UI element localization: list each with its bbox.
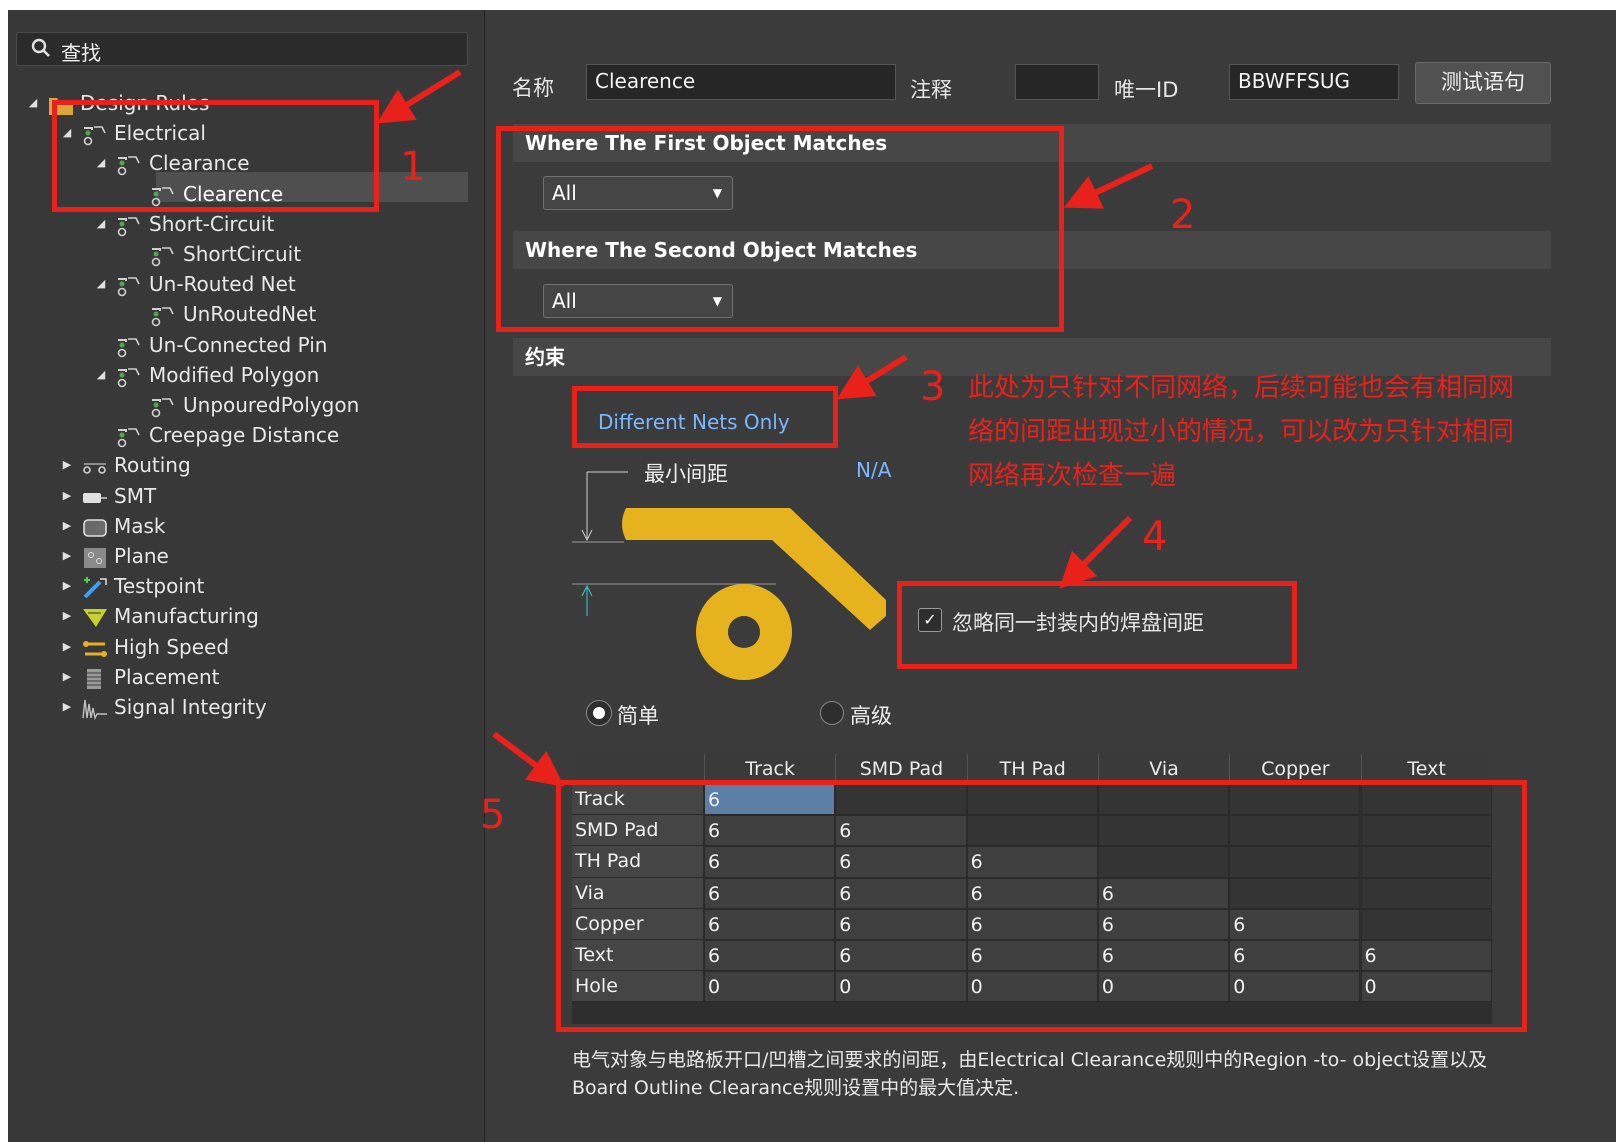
- radio-advanced[interactable]: [820, 701, 844, 725]
- annotation-box-3: [572, 386, 838, 448]
- test-query-button[interactable]: 测试语句: [1415, 62, 1551, 104]
- tree-item-signal-integrity[interactable]: ▶ Signal Integrity: [8, 692, 484, 722]
- tree-item-label: Modified Polygon: [149, 362, 320, 387]
- search-input[interactable]: 查找: [16, 32, 468, 66]
- name-label: 名称: [512, 76, 554, 100]
- tree-item-short-circuit[interactable]: ◢ Short-Circuit: [8, 209, 484, 239]
- annotation-box-1: [52, 100, 379, 212]
- tree-item-label: ShortCircuit: [183, 242, 302, 266]
- tree-item-unroutednet[interactable]: UnRoutedNet: [8, 299, 484, 329]
- tree-item-label: Un-Routed Net: [149, 272, 296, 297]
- board-outline-note: 电气对象与电路板开口/凹槽之间要求的间距，由Electrical Clearan…: [572, 1049, 1488, 1099]
- expand-toggle-icon[interactable]: ▶: [60, 692, 74, 722]
- rule-icon: [116, 215, 142, 237]
- plane-icon: [82, 547, 108, 569]
- rule-icon: [150, 305, 176, 327]
- tree-item-testpoint[interactable]: ▶ Testpoint: [8, 571, 484, 601]
- expand-toggle-icon[interactable]: ▶: [60, 450, 74, 480]
- search-icon: [31, 38, 51, 63]
- expand-toggle-icon[interactable]: ▶: [60, 662, 74, 692]
- rule-icon: [116, 426, 142, 448]
- tree-item-shortcircuit[interactable]: ShortCircuit: [8, 239, 484, 269]
- tree-item-label: Creepage Distance: [149, 423, 340, 448]
- search-placeholder: 查找: [61, 41, 101, 65]
- tree-item-label: Routing: [114, 453, 191, 478]
- tree-item-label: Un-Connected Pin: [149, 332, 328, 357]
- radio-simple[interactable]: [586, 700, 612, 726]
- pad-hole: [728, 616, 760, 648]
- rule-icon: [116, 275, 142, 297]
- annotation-number-5: 5: [480, 792, 506, 838]
- smt-icon: [82, 487, 108, 509]
- expand-toggle-icon[interactable]: ▶: [60, 601, 74, 631]
- tree-item-label: Mask: [114, 513, 166, 538]
- annotation-note: 此处为只针对不同网络，后续可能也会有相同网络的间距出现过小的情况，可以改为只针对…: [968, 373, 1515, 491]
- tree-item-plane[interactable]: ▶ Plane: [8, 541, 484, 571]
- tree-item-label: Short-Circuit: [149, 211, 275, 236]
- expand-toggle-icon[interactable]: ▶: [60, 632, 74, 662]
- annotation-box-2: [496, 126, 1064, 332]
- name-field[interactable]: Clearence: [586, 64, 896, 100]
- comment-field[interactable]: [1015, 64, 1099, 100]
- expand-toggle-icon[interactable]: ▶: [60, 481, 74, 511]
- tree-item-unpouredpolygon[interactable]: UnpouredPolygon: [8, 390, 484, 420]
- tree-item-high-speed[interactable]: ▶ High Speed: [8, 632, 484, 662]
- tree-item-manufacturing[interactable]: ▶ Manufacturing: [8, 601, 484, 631]
- radio-simple-label: 简单: [617, 704, 659, 728]
- tree-item-label: UnpouredPolygon: [183, 393, 360, 417]
- tree-item-label: Placement: [114, 664, 220, 689]
- placement-icon: [82, 668, 108, 690]
- annotation-box-5: [556, 780, 1527, 1032]
- mask-icon: [82, 517, 108, 539]
- tree-item-placement[interactable]: ▶ Placement: [8, 662, 484, 692]
- collapse-toggle-icon[interactable]: ◢: [94, 209, 108, 239]
- annotation-number-4: 4: [1142, 514, 1168, 560]
- tree-item-label: SMT: [114, 483, 157, 508]
- tree-item-mask[interactable]: ▶ Mask: [8, 511, 484, 541]
- tree-item-label: UnRoutedNet: [183, 302, 317, 327]
- unique-id-label: 唯一ID: [1114, 78, 1179, 102]
- tree-item-label: Signal Integrity: [114, 695, 267, 719]
- expand-toggle-icon[interactable]: ▶: [60, 511, 74, 541]
- tree-item-label: Plane: [114, 544, 169, 568]
- tree-item-un-connected-pin[interactable]: Un-Connected Pin: [8, 330, 484, 360]
- annotation-box-4: [897, 581, 1297, 669]
- rule-icon: [150, 245, 176, 267]
- annotation-number-3: 3: [920, 364, 946, 410]
- high-speed-icon: [82, 638, 108, 660]
- tree-item-creepage-distance[interactable]: Creepage Distance: [8, 420, 484, 450]
- expand-toggle-icon[interactable]: ▶: [60, 571, 74, 601]
- collapse-toggle-icon[interactable]: ◢: [94, 269, 108, 299]
- manufacturing-icon: [82, 607, 108, 629]
- radio-advanced-label: 高级: [850, 704, 892, 728]
- unique-id-field[interactable]: BBWFFSUG: [1229, 64, 1399, 100]
- tree-item-smt[interactable]: ▶ SMT: [8, 481, 484, 511]
- tree-item-un-routed-net[interactable]: ◢ Un-Routed Net: [8, 269, 484, 299]
- tree-item-modified-polygon[interactable]: ◢ Modified Polygon: [8, 360, 484, 390]
- comment-label: 注释: [910, 78, 952, 102]
- tree-item-label: High Speed: [114, 634, 230, 659]
- collapse-toggle-icon[interactable]: ◢: [26, 88, 40, 118]
- collapse-toggle-icon[interactable]: ◢: [94, 360, 108, 390]
- tree-item-label: Testpoint: [114, 574, 205, 599]
- expand-toggle-icon[interactable]: ▶: [60, 541, 74, 571]
- annotation-number-2: 2: [1170, 192, 1196, 238]
- testpoint-icon: [82, 577, 108, 599]
- routing-icon: [82, 456, 108, 478]
- signal-integrity-icon: [82, 698, 108, 721]
- clearance-diagram: [572, 471, 886, 680]
- rule-icon: [116, 366, 142, 388]
- tree-item-label: Manufacturing: [114, 604, 259, 629]
- tree-item-routing[interactable]: ▶ Routing: [8, 450, 484, 480]
- rule-icon: [150, 396, 176, 418]
- annotation-number-1: 1: [400, 144, 426, 190]
- rule-icon: [116, 336, 142, 358]
